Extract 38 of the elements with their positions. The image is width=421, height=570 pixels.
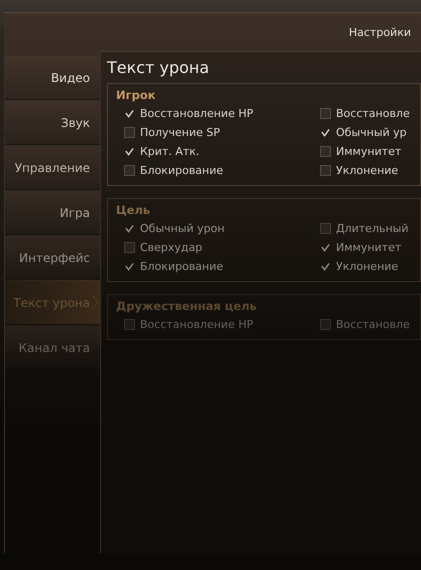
checkmark-icon [125, 108, 134, 118]
checkbox[interactable] [124, 127, 135, 138]
panel-title: Текст урона [107, 58, 210, 77]
checkmark-icon [125, 146, 134, 156]
option-label: Получение SP [140, 126, 220, 139]
checkbox[interactable] [124, 242, 135, 253]
sidebar-tab[interactable]: Звук [5, 100, 100, 145]
option-label: Блокирование [140, 260, 224, 273]
sidebar-tab[interactable]: Видео [5, 55, 100, 100]
checkbox[interactable] [320, 108, 331, 119]
option-label: Восстановление HP [140, 318, 254, 331]
option-label: Восстановле [336, 107, 410, 120]
option-label: Уклонение [336, 260, 398, 273]
sidebar-tab[interactable]: Игра [5, 190, 100, 235]
option-label: Иммунитет [336, 241, 402, 254]
option-label: Сверхудар [140, 241, 202, 254]
checkbox[interactable] [320, 223, 331, 234]
sidebar-tab[interactable]: Управление [5, 145, 100, 190]
option-label: Обычный урон [140, 222, 225, 235]
option-label: Длительный [336, 222, 408, 235]
checkbox[interactable] [124, 165, 135, 176]
sidebar-tab[interactable]: Интерфейс [5, 235, 100, 280]
option-label: Обычный ур [336, 126, 407, 139]
checkmark-icon [125, 262, 134, 272]
checkbox[interactable] [320, 146, 331, 157]
group-title: Игрок [116, 88, 157, 102]
option-label: Восстановление HP [140, 107, 254, 120]
group-title: Цель [116, 203, 152, 217]
checkmark-icon [321, 128, 330, 138]
option-label: Иммунитет [336, 145, 402, 158]
checkmark-icon [125, 224, 134, 234]
checkbox[interactable] [320, 165, 331, 176]
group-title: Дружественная цель [116, 299, 258, 313]
option-label: Крит. Атк. [140, 145, 200, 158]
window-title: Настройки [348, 26, 411, 38]
option-label: Уклонение [336, 164, 398, 177]
option-label: Блокирование [140, 164, 224, 177]
option-label: Восстановле [336, 318, 410, 331]
